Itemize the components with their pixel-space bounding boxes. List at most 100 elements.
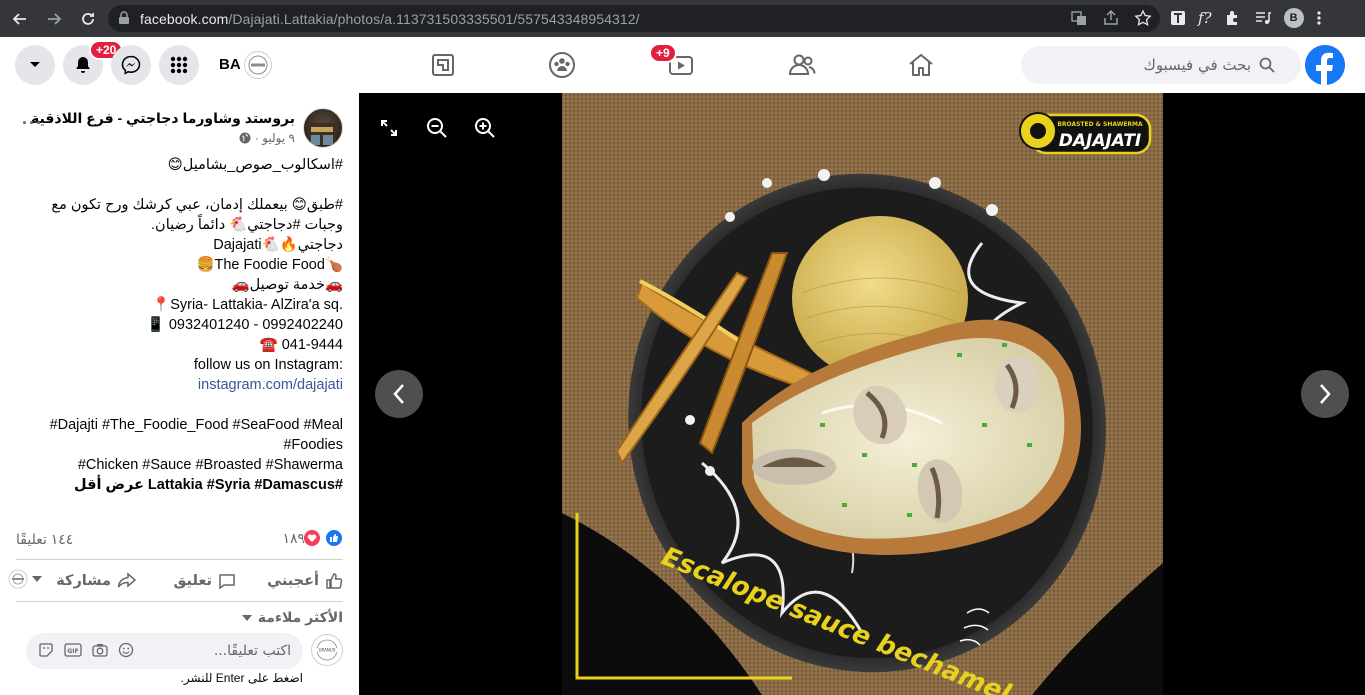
love-reaction-icon xyxy=(303,529,321,547)
post-line[interactable]: #اسكالوب_صوص_بشاميل😊 xyxy=(13,155,343,175)
logo-subtitle: BROASTED & SHAWERMA xyxy=(1057,121,1143,128)
messenger-button[interactable] xyxy=(111,45,151,85)
account-menu-button[interactable] xyxy=(15,45,55,85)
comment-sort-dropdown[interactable]: الأكثر ملاءمة xyxy=(241,609,343,626)
like-button[interactable]: أعجبني xyxy=(267,572,343,590)
search-input[interactable] xyxy=(1021,56,1251,74)
search-icon xyxy=(1259,57,1275,73)
forward-button[interactable] xyxy=(40,5,68,33)
hashtag-line[interactable]: #Foodies xyxy=(13,435,343,455)
logo-text: DAJAJATI xyxy=(1059,131,1142,151)
post-text: #اسكالوب_صوص_بشاميل😊 #طبق😊 بيعملك إدمان،… xyxy=(13,155,343,495)
comment-sort-label: الأكثر ملاءمة xyxy=(257,609,343,625)
extensions-puzzle-icon[interactable] xyxy=(1224,9,1242,27)
post-date-text[interactable]: ٩ يوليو · xyxy=(255,131,295,145)
caret-down-icon xyxy=(32,576,42,582)
media-control-icon[interactable] xyxy=(1254,9,1272,27)
thumbs-up-icon xyxy=(326,573,343,589)
escalope-dish-image: BROASTED & SHAWERMA DAJAJATI Escalope sa… xyxy=(562,93,1163,695)
nav-gaming[interactable] xyxy=(427,49,459,81)
bookmark-star-icon[interactable] xyxy=(1134,9,1152,27)
globe-icon xyxy=(239,132,251,144)
share-label: مشاركة xyxy=(56,573,111,589)
chevron-right-icon xyxy=(1320,384,1331,404)
caret-down-icon xyxy=(241,614,252,621)
url-text: facebook.com/Dajajati.Lattakia/photos/a.… xyxy=(140,11,640,27)
share-page-icon[interactable] xyxy=(1102,9,1120,27)
back-arrow-icon xyxy=(12,12,26,25)
post-line-gap xyxy=(13,175,343,195)
menu-grid-button[interactable] xyxy=(159,45,199,85)
post-line: 🚗خدمة توصيل🚗 xyxy=(231,277,343,293)
profile-avatar[interactable]: B xyxy=(1283,8,1304,28)
camera-icon[interactable] xyxy=(92,642,108,658)
facebook-f-icon xyxy=(1305,45,1345,85)
see-less-line[interactable]: #Lattakia #Syria #Damascus عرض أقل xyxy=(13,475,343,495)
post-line: دجاجتي🔥🐔Dajajati xyxy=(213,237,343,253)
page-avatar[interactable] xyxy=(303,108,343,148)
commenter-avatar-text: URANUS xyxy=(319,647,336,652)
uranus-logo-icon xyxy=(8,569,28,589)
divider xyxy=(16,559,343,560)
comment-button[interactable]: تعليق xyxy=(173,572,236,590)
browser-menu-icon[interactable] xyxy=(1316,10,1322,26)
like-reaction-icon xyxy=(325,529,343,547)
facebook-logo[interactable] xyxy=(1305,45,1345,85)
zoom-out-icon xyxy=(427,118,447,138)
divider xyxy=(16,601,343,602)
emoji-icon[interactable] xyxy=(118,642,134,658)
messenger-icon xyxy=(121,55,141,75)
back-button[interactable] xyxy=(6,5,34,33)
post-line: 📱 0932401240 - 0992402240 xyxy=(146,317,343,333)
extension-t-icon[interactable] xyxy=(1170,10,1186,26)
extension-formula-icon[interactable]: f? xyxy=(1198,9,1212,27)
gif-icon[interactable]: GIF xyxy=(64,642,82,658)
post-as-selector[interactable] xyxy=(8,569,42,589)
zoom-in-icon xyxy=(475,118,495,138)
account-avatar[interactable] xyxy=(244,51,272,79)
commenter-avatar[interactable]: URANUS xyxy=(311,634,343,666)
reload-button[interactable] xyxy=(74,5,102,33)
zoom-out-button[interactable] xyxy=(424,115,450,141)
nav-friends[interactable] xyxy=(786,49,818,81)
zoom-in-button[interactable] xyxy=(472,115,498,141)
sticker-icon[interactable] xyxy=(38,642,54,658)
chevron-left-icon xyxy=(393,384,404,404)
share-button[interactable]: مشاركة xyxy=(56,572,137,590)
svg-text:GIF: GIF xyxy=(67,648,78,655)
notifications-button[interactable]: +20 xyxy=(63,40,124,85)
comment-input[interactable] xyxy=(171,643,291,659)
reactions-summary[interactable]: ١٨٩ xyxy=(282,529,343,547)
photo-viewer: BROASTED & SHAWERMA DAJAJATI Escalope sa… xyxy=(359,93,1365,695)
address-bar[interactable]: facebook.com/Dajajati.Lattakia/photos/a.… xyxy=(108,5,1160,32)
translate-icon[interactable] xyxy=(1070,9,1088,27)
previous-photo-button[interactable] xyxy=(375,370,423,418)
nav-groups[interactable] xyxy=(546,49,578,81)
post-line: 🍗The Foodie Food🍔 xyxy=(196,257,343,273)
comment-composer[interactable]: GIF xyxy=(26,633,303,669)
nav-watch[interactable]: +9 xyxy=(649,43,697,81)
grid-menu-icon xyxy=(170,56,188,74)
dajajati-logo: BROASTED & SHAWERMA DAJAJATI xyxy=(1019,112,1152,155)
account-name[interactable]: BA xyxy=(219,56,241,73)
caret-down-icon xyxy=(30,62,40,67)
page-name[interactable]: بروستد وشاورما دجاجتي - فرع اللاذقية xyxy=(31,110,295,127)
bell-icon xyxy=(76,57,90,73)
uranus-logo-icon: URANUS xyxy=(315,639,339,661)
comments-count[interactable]: ١٤٤ تعليقًا xyxy=(16,531,73,548)
uranus-logo-icon xyxy=(248,55,268,75)
post-options-button[interactable]: ··· xyxy=(22,113,43,134)
fullscreen-button[interactable] xyxy=(376,115,402,141)
hashtag-line[interactable]: #Chicken #Sauce #Broasted #Shawerma xyxy=(13,455,343,475)
post-panel: بروستد وشاورما دجاجتي - فرع اللاذقية ٩ ي… xyxy=(0,93,359,695)
post-line: follow us on Instagram: xyxy=(193,357,343,373)
watch-badge: +9 xyxy=(649,43,677,63)
reactions-count: ١٨٩ xyxy=(282,529,305,546)
next-photo-button[interactable] xyxy=(1301,370,1349,418)
nav-home[interactable] xyxy=(905,49,937,81)
facebook-search[interactable] xyxy=(1021,46,1301,84)
post-line: وجبات #دجاجتي🐔 دائماً رضيان. xyxy=(151,217,343,233)
hashtag-line[interactable]: #Dajajti #The_Foodie_Food #SeaFood #Meal xyxy=(13,415,343,435)
instagram-link[interactable]: instagram.com/dajajati xyxy=(198,377,343,393)
comment-bubble-icon xyxy=(219,574,235,590)
